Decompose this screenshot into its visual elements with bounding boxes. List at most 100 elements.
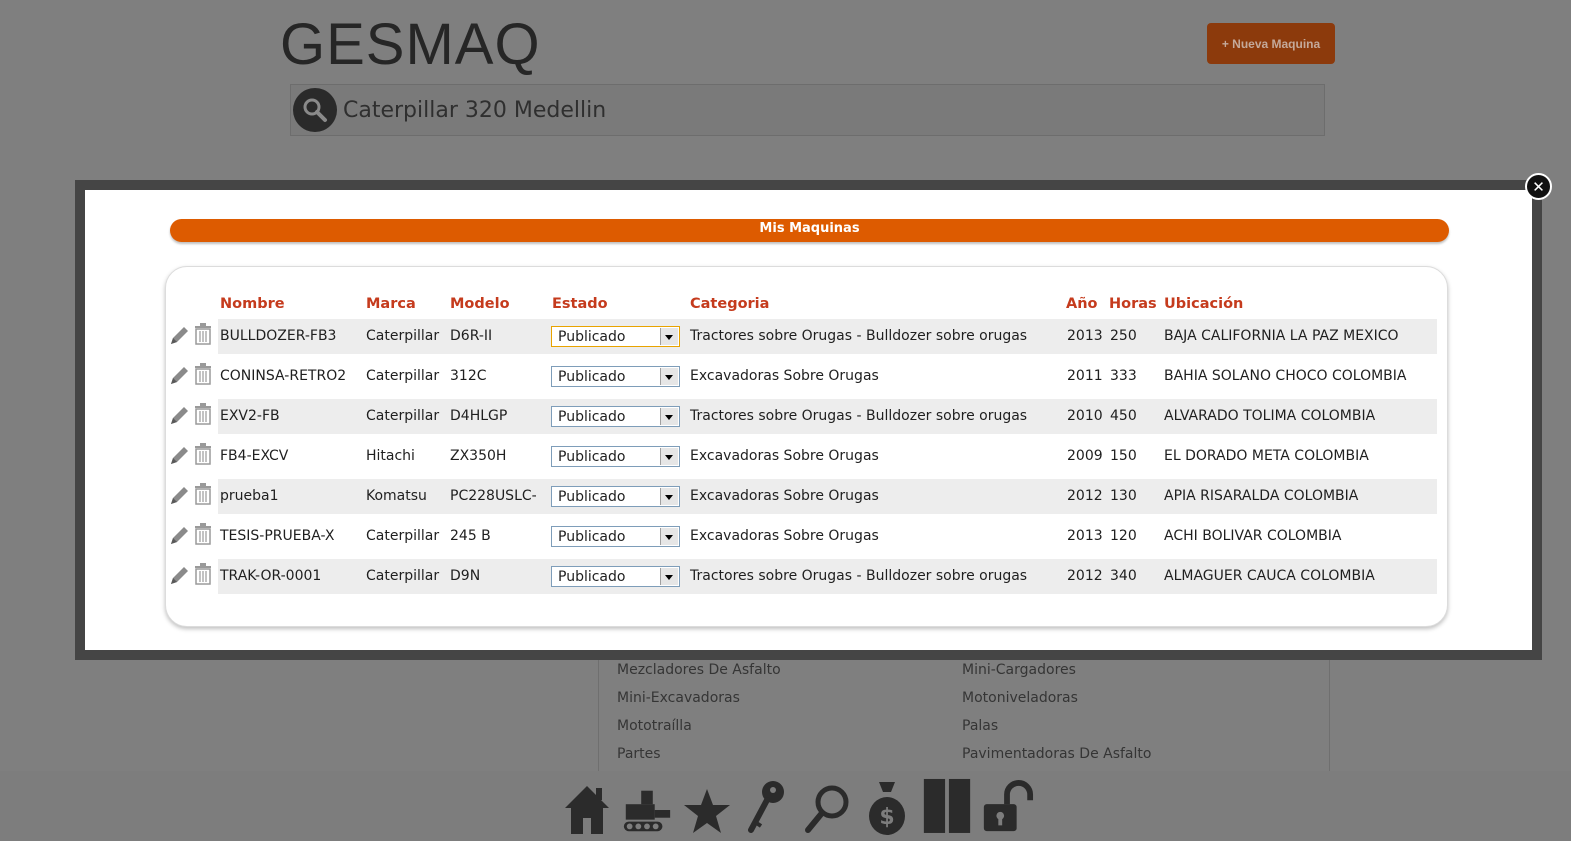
category-link[interactable]: Motoniveladoras [962,690,1078,706]
key-icon[interactable] [740,774,794,836]
chevron-down-icon[interactable] [660,488,678,505]
estado-select[interactable]: Publicado [551,566,680,587]
category-link[interactable]: Pavimentadoras De Asfalto [962,746,1151,762]
row-actions [168,399,216,434]
search-bar[interactable]: Caterpillar 320 Medellin [290,84,1325,136]
category-link[interactable]: Mototraílla [617,718,692,734]
estado-select-value: Publicado [558,529,626,545]
edit-pencil-icon[interactable] [168,445,190,471]
cell-modelo: 245 B [450,528,491,544]
category-link[interactable]: Mezcladores De Asfalto [617,662,781,678]
cell-marca: Caterpillar [366,528,440,544]
category-link[interactable]: Mini-Cargadores [962,662,1076,678]
edit-pencil-icon[interactable] [168,405,190,431]
cell-categoria: Tractores sobre Orugas - Bulldozer sobre… [690,568,1028,584]
cell-marca: Komatsu [366,488,427,504]
chevron-down-icon[interactable] [660,448,678,465]
estado-select[interactable]: Publicado [551,326,680,347]
app-logo: GESMAQ [280,12,541,77]
column-header-modelo[interactable]: Modelo [450,296,510,312]
cell-categoria: Tractores sobre Orugas - Bulldozer sobre… [690,408,1028,424]
column-header-nombre[interactable]: Nombre [220,296,285,312]
search-input[interactable]: Caterpillar 320 Medellin [343,98,606,123]
cell-categoria: Excavadoras Sobre Orugas [690,528,879,544]
table-row: BULLDOZER-FB3 Caterpillar D6R-II Tractores … [218,319,1437,354]
estado-select[interactable]: Publicado [551,486,680,507]
cell-nombre: CONINSA-RETRO2 [220,368,347,384]
estado-select[interactable]: Publicado [551,366,680,387]
star-icon[interactable] [680,774,734,836]
cell-horas: 150 [1110,448,1137,464]
trash-icon[interactable] [194,403,212,429]
cell-modelo: D6R-II [450,328,493,344]
cell-ubicacion: ALVARADO TOLIMA COLOMBIA [1164,408,1376,424]
edit-pencil-icon[interactable] [168,565,190,591]
table-row: FB4-EXCV Hitachi ZX350H Excavadoras Sobre O… [218,439,1437,474]
column-header-horas[interactable]: Horas [1109,296,1157,312]
category-list: Mezcladores De Asfalto Mini-Excavadoras … [598,650,1330,775]
edit-pencil-icon[interactable] [168,485,190,511]
column-header-ubicacion[interactable]: Ubicación [1164,296,1243,312]
cell-horas: 340 [1110,568,1137,584]
cell-ubicacion: EL DORADO META COLOMBIA [1164,448,1369,464]
table-row: CONINSA-RETRO2 Caterpillar 312C Excavadoras… [218,359,1437,394]
category-link[interactable]: Partes [617,746,661,762]
search-icon[interactable] [800,774,854,836]
table-row: EXV2-FB Caterpillar D4HLGP Tractores sobre … [218,399,1437,434]
cell-categoria: Excavadoras Sobre Orugas [690,368,879,384]
cell-marca: Hitachi [366,448,415,464]
trash-icon[interactable] [194,483,212,509]
machine-icon[interactable] [620,774,674,836]
close-icon[interactable]: ✕ [1525,173,1552,200]
row-actions [168,519,216,554]
cell-anio: 2009 [1067,448,1103,464]
edit-pencil-icon[interactable] [168,325,190,351]
row-actions [168,559,216,594]
modal-title: Mis Maquinas [170,219,1449,242]
estado-select[interactable]: Publicado [551,406,680,427]
estado-select[interactable]: Publicado [551,526,680,547]
chevron-down-icon[interactable] [660,328,678,345]
table-row: prueba1 Komatsu PC228USLC- Excavadoras Sobr… [218,479,1437,514]
estado-select-value: Publicado [558,569,626,585]
money-bag-icon[interactable]: $ [860,774,914,836]
chevron-down-icon[interactable] [660,528,678,545]
cell-anio: 2013 [1067,328,1103,344]
trash-icon[interactable] [194,363,212,389]
trash-icon[interactable] [194,523,212,549]
cell-nombre: FB4-EXCV [220,448,289,464]
trash-icon[interactable] [194,323,212,349]
category-link[interactable]: Palas [962,718,998,734]
cell-horas: 130 [1110,488,1137,504]
estado-select[interactable]: Publicado [551,446,680,467]
chevron-down-icon[interactable] [660,568,678,585]
book-icon[interactable] [920,774,974,836]
chevron-down-icon[interactable] [660,408,678,425]
column-header-categoria[interactable]: Categoria [690,296,769,312]
chevron-down-icon[interactable] [660,368,678,385]
cell-ubicacion: APIA RISARALDA COLOMBIA [1164,488,1359,504]
column-header-estado[interactable]: Estado [552,296,608,312]
edit-pencil-icon[interactable] [168,525,190,551]
category-link[interactable]: Mini-Excavadoras [617,690,740,706]
trash-icon[interactable] [194,563,212,589]
cell-categoria: Excavadoras Sobre Orugas [690,488,879,504]
svg-text:$: $ [879,805,894,830]
cell-ubicacion: ACHI BOLIVAR COLOMBIA [1164,528,1342,544]
new-machine-button[interactable]: + Nueva Maquina [1207,23,1335,64]
estado-select-value: Publicado [558,329,626,345]
home-icon[interactable] [560,774,614,836]
cell-anio: 2012 [1067,568,1103,584]
column-header-marca[interactable]: Marca [366,296,416,312]
edit-pencil-icon[interactable] [168,365,190,391]
cell-categoria: Excavadoras Sobre Orugas [690,448,879,464]
estado-select-value: Publicado [558,409,626,425]
cell-categoria: Tractores sobre Orugas - Bulldozer sobre… [690,328,1028,344]
trash-icon[interactable] [194,443,212,469]
search-icon[interactable] [293,88,337,132]
column-header-anio[interactable]: Año [1066,296,1098,312]
cell-marca: Caterpillar [366,368,440,384]
cell-horas: 450 [1110,408,1137,424]
unlock-icon[interactable] [980,774,1034,836]
cell-ubicacion: BAHIA SOLANO CHOCO COLOMBIA [1164,368,1407,384]
